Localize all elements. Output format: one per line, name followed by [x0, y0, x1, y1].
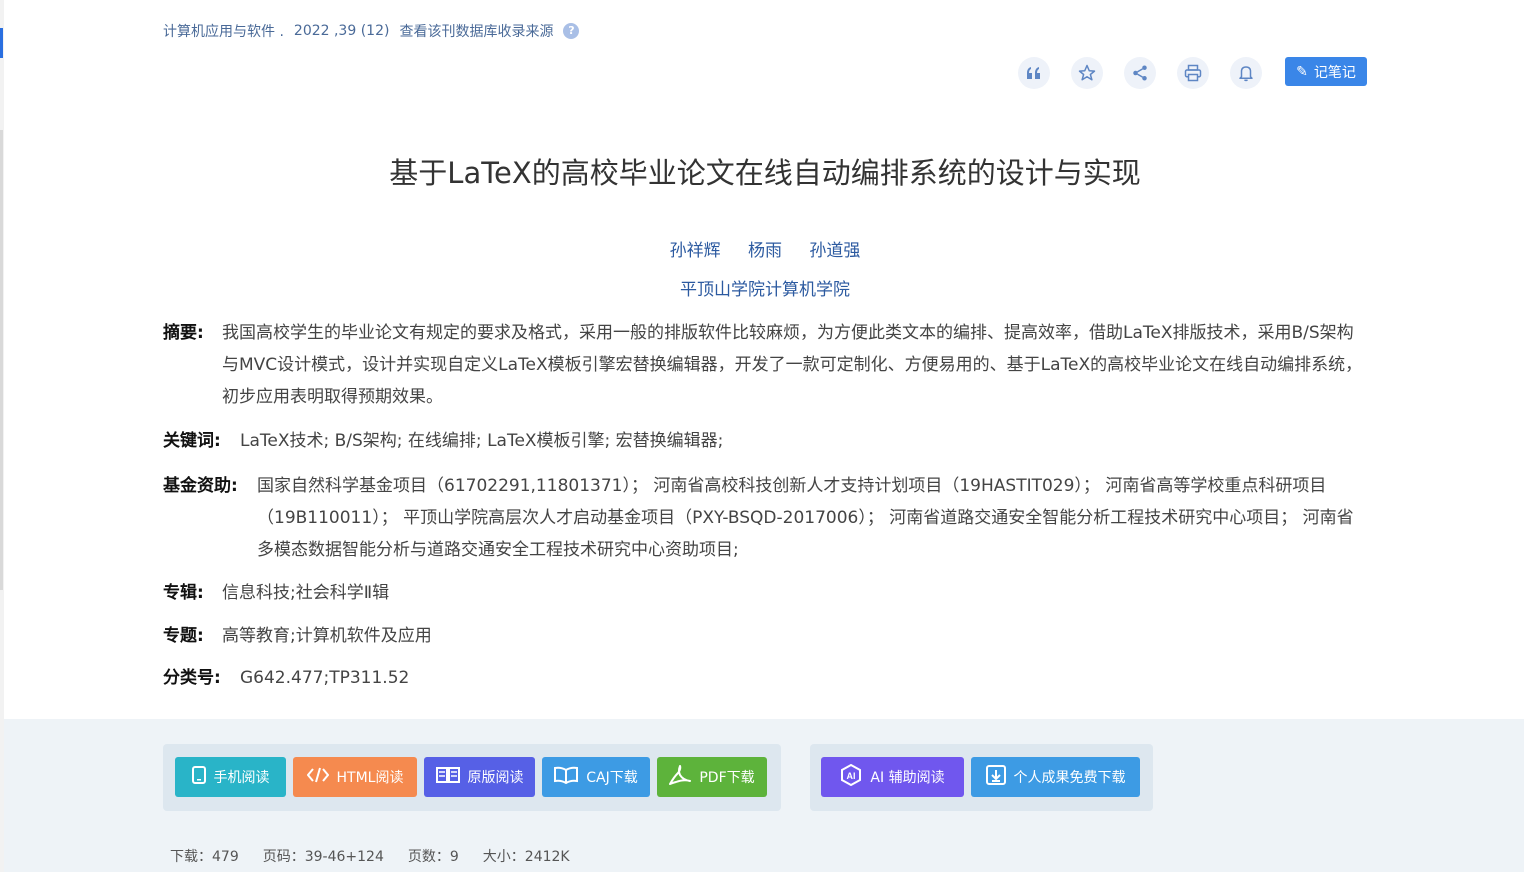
help-icon[interactable]: ? — [563, 23, 580, 39]
left-edge-marker — [0, 28, 3, 58]
album-text: 信息科技;社会科学Ⅱ辑 — [222, 583, 390, 603]
abstract-text: 我国高校学生的毕业论文有规定的要求及格式，采用一般的排版软件比较麻烦，为方便此类… — [222, 323, 1363, 407]
page-range: 页码：39-46+124 — [262, 849, 384, 865]
free-download-button[interactable]: 个人成果免费下载 — [971, 757, 1140, 797]
open-book-icon — [554, 766, 579, 788]
phone-read-label: 手机阅读 — [213, 770, 270, 786]
star-icon[interactable] — [1071, 57, 1103, 89]
original-read-button[interactable]: 原版阅读 — [424, 757, 535, 797]
funding-text[interactable]: 国家自然科学基金项目（61702291,11801371）； 河南省高校科技创新… — [257, 470, 1367, 566]
funding-row: 基金资助: 国家自然科学基金项目（61702291,11801371）； 河南省… — [163, 470, 1367, 566]
toolbar — [1018, 57, 1283, 89]
author-link[interactable]: 孙祥辉 — [670, 241, 721, 261]
original-read-label: 原版阅读 — [467, 770, 524, 786]
clc-text: G642.477;TP311.52 — [240, 668, 410, 688]
code-icon — [306, 767, 329, 787]
note-button[interactable]: ✎ 记笔记 — [1285, 57, 1367, 86]
phone-icon — [191, 766, 206, 788]
affiliation-link[interactable]: 平顶山学院计算机学院 — [163, 275, 1367, 300]
topic-text: 高等教育;计算机软件及应用 — [222, 626, 432, 646]
html-read-label: HTML阅读 — [336, 770, 404, 786]
paper-title: 基于LaTeX的高校毕业论文在线自动编排系统的设计与实现 — [389, 156, 1141, 190]
pdf-download-button[interactable]: PDF下载 — [657, 757, 767, 797]
author-link[interactable]: 孙道强 — [809, 241, 860, 261]
ai-icon: AI — [840, 763, 862, 790]
download-count: 下载：479 — [170, 849, 239, 865]
pen-icon: ✎ — [1296, 63, 1308, 80]
note-button-label: 记笔记 — [1313, 64, 1356, 81]
file-size: 大小：2412K — [482, 849, 570, 865]
print-icon[interactable] — [1177, 57, 1209, 89]
download-icon — [985, 765, 1006, 789]
caj-download-button[interactable]: CAJ下载 — [542, 757, 650, 797]
keywords-text[interactable]: LaTeX技术; B/S架构; 在线编排; LaTeX模板引擎; 宏替换编辑器; — [240, 425, 1367, 457]
topic-label: 专题: — [163, 626, 204, 646]
keywords-label: 关键词: — [163, 431, 221, 451]
share-icon[interactable] — [1124, 57, 1156, 89]
topic-row: 专题: 高等教育;计算机软件及应用 — [163, 620, 1367, 652]
phone-read-button[interactable]: 手机阅读 — [175, 757, 286, 797]
album-label: 专辑: — [163, 583, 204, 603]
keywords-row: 关键词: LaTeX技术; B/S架构; 在线编排; LaTeX模板引擎; 宏替… — [163, 425, 1367, 457]
quote-icon[interactable] — [1018, 57, 1050, 89]
album-row: 专辑: 信息科技;社会科学Ⅱ辑 — [163, 577, 1367, 609]
clc-label: 分类号: — [163, 668, 221, 688]
ai-read-label: AI 辅助阅读 — [870, 770, 945, 786]
funding-label: 基金资助: — [163, 476, 238, 496]
issue-link[interactable]: 2022 ,39 (12) — [294, 23, 390, 39]
left-scrollbar[interactable] — [0, 130, 3, 590]
abstract-label: 摘要: — [163, 323, 204, 343]
page-count: 页数：9 — [407, 849, 459, 865]
book-icon — [435, 766, 460, 788]
caj-download-label: CAJ下载 — [586, 770, 638, 786]
abstract-row: 摘要: 我国高校学生的毕业论文有规定的要求及格式，采用一般的排版软件比较麻烦，为… — [163, 317, 1367, 413]
bell-icon[interactable] — [1230, 57, 1262, 89]
pdf-icon — [669, 765, 692, 789]
ai-read-button[interactable]: AI AI 辅助阅读 — [821, 757, 964, 797]
html-read-button[interactable]: HTML阅读 — [293, 757, 417, 797]
source-line: 计算机应用与软件 . 2022 ,39 (12) 查看该刊数据库收录来源 ? — [163, 21, 580, 41]
db-source-link[interactable]: 查看该刊数据库收录来源 — [399, 21, 553, 41]
pdf-download-label: PDF下载 — [699, 770, 755, 786]
journal-link[interactable]: 计算机应用与软件 . — [163, 21, 284, 41]
author-link[interactable]: 杨雨 — [748, 241, 782, 261]
author-list: 孙祥辉 杨雨 孙道强 — [163, 236, 1367, 261]
stats-bar: 下载：479 页码：39-46+124 页数：9 大小：2412K — [170, 846, 594, 866]
clc-row: 分类号: G642.477;TP311.52 — [163, 662, 1367, 694]
svg-text:AI: AI — [847, 771, 856, 781]
free-download-label: 个人成果免费下载 — [1013, 770, 1126, 786]
